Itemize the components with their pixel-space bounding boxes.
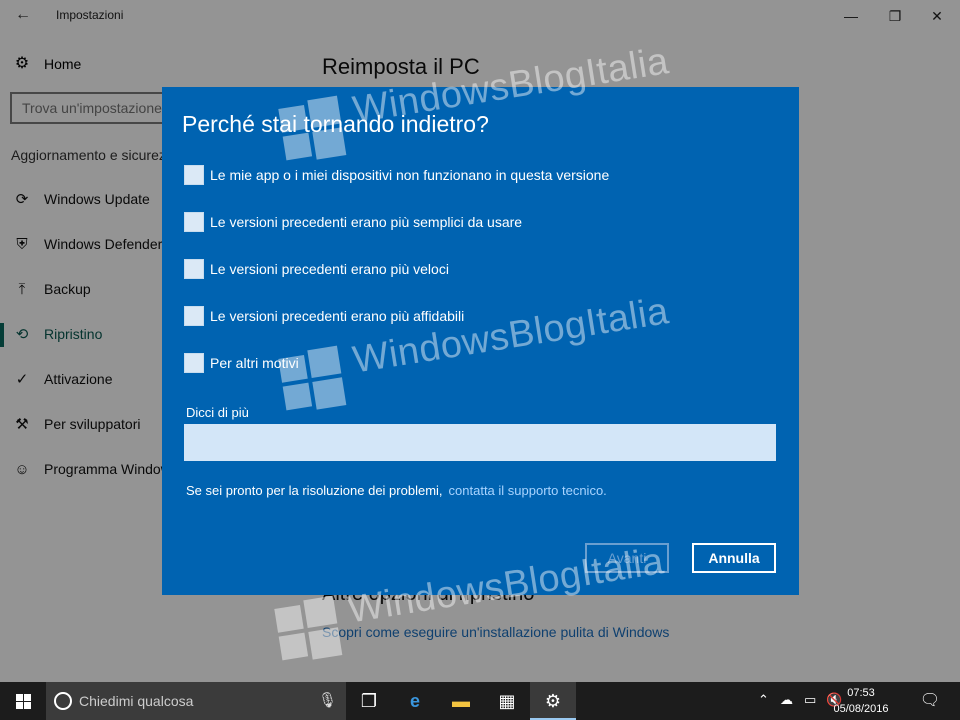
store-icon[interactable]: ▦ <box>484 682 530 720</box>
chevron-up-icon[interactable]: ⌃ <box>758 692 769 708</box>
settings-gear-icon[interactable]: ⚙ <box>530 682 576 720</box>
clock-time: 07:53 <box>847 687 875 699</box>
tell-more-input[interactable] <box>184 424 776 461</box>
watermark-logo-icon <box>274 595 343 665</box>
taskbar-clock[interactable]: 07:53 05/08/2016 <box>830 685 892 717</box>
checkbox[interactable] <box>184 306 204 326</box>
reason-option-label: Le versioni precedenti erano più veloci <box>210 261 449 277</box>
network-icon[interactable]: ▭ <box>804 692 816 708</box>
cancel-button[interactable]: Annulla <box>692 543 776 573</box>
task-view-icon[interactable]: ❐ <box>346 682 392 720</box>
reason-option-label: Le versioni precedenti erano più semplic… <box>210 214 523 230</box>
file-explorer-icon[interactable]: ▬ <box>438 682 484 720</box>
microphone-icon[interactable]: 🎙 <box>318 691 337 709</box>
cortana-placeholder: Chiedimi qualcosa <box>79 693 194 709</box>
checkbox[interactable] <box>184 212 204 232</box>
contact-support-link[interactable]: contatta il supporto tecnico. <box>449 483 607 498</box>
help-text: Se sei pronto per la risoluzione dei pro… <box>186 483 443 498</box>
action-center-icon[interactable]: 🗨 <box>912 690 948 710</box>
watermark-logo-icon <box>278 345 347 415</box>
cortana-search-box[interactable]: Chiedimi qualcosa 🎙 <box>46 682 346 720</box>
reason-option-easier[interactable]: Le versioni precedenti erano più semplic… <box>184 212 784 234</box>
checkbox[interactable] <box>184 165 204 185</box>
checkbox[interactable] <box>184 259 204 279</box>
taskbar: Chiedimi qualcosa 🎙 ❐ e ▬ ▦ ⚙ ⌃ ☁ ▭ 🔇 07… <box>0 682 960 720</box>
checkbox[interactable] <box>184 353 204 373</box>
start-windows-icon[interactable] <box>0 682 46 720</box>
reason-option-label: Le versioni precedenti erano più affidab… <box>210 308 465 324</box>
reason-option-apps-devices[interactable]: Le mie app o i miei dispositivi non funz… <box>184 165 784 187</box>
reason-option-faster[interactable]: Le versioni precedenti erano più veloci <box>184 259 784 281</box>
watermark-logo-icon <box>278 95 347 165</box>
reason-option-label: Le mie app o i miei dispositivi non funz… <box>210 167 610 183</box>
clock-date: 05/08/2016 <box>833 703 889 715</box>
onedrive-cloud-icon[interactable]: ☁ <box>780 692 793 708</box>
edge-browser-icon[interactable]: e <box>392 682 438 720</box>
tell-more-label: Dicci di più <box>186 405 249 420</box>
help-line: Se sei pronto per la risoluzione dei pro… <box>186 483 607 498</box>
cortana-ring-icon <box>54 692 72 710</box>
